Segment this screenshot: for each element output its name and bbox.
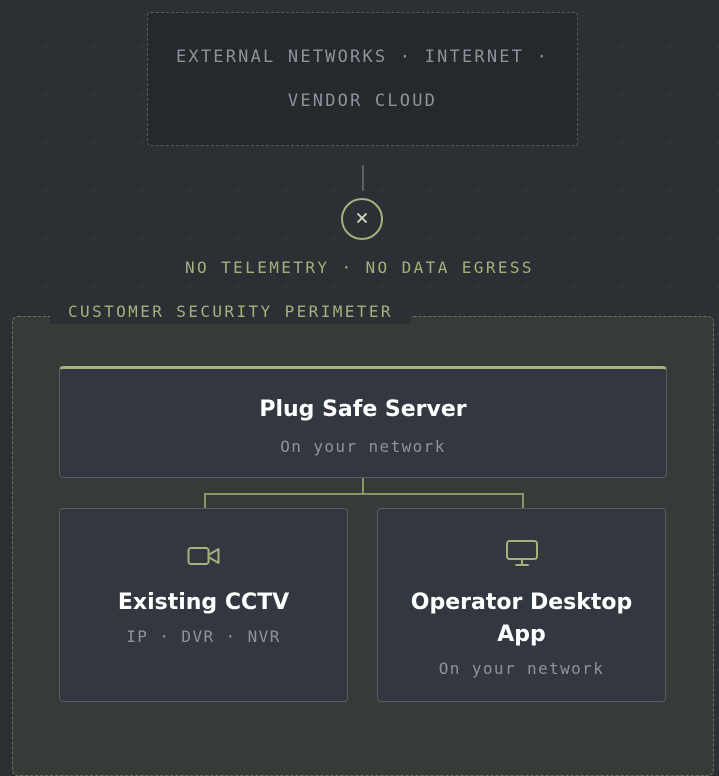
monitor-icon [505, 539, 539, 571]
cctv-title: Existing CCTV [117, 590, 290, 615]
server-title: Plug Safe Server [259, 397, 467, 422]
operator-desktop-title: Operator Desktop App [410, 590, 633, 647]
server-subtitle: On your network [280, 437, 446, 456]
server-trunk-line [362, 478, 364, 494]
server-node: Plug Safe Server On your network [59, 366, 667, 478]
branch-horizontal-line [204, 493, 524, 495]
branch-left-line [204, 493, 206, 509]
external-connector-line [362, 165, 364, 191]
blocked-connection-badge [341, 198, 383, 240]
cctv-subtitle: IP · DVR · NVR [126, 627, 281, 646]
x-icon [355, 210, 369, 229]
operator-desktop-subtitle: On your network [438, 659, 605, 678]
perimeter-label: CUSTOMER SECURITY PERIMETER [50, 300, 411, 324]
branch-right-line [522, 493, 524, 509]
no-egress-label: NO TELEMETRY · NO DATA EGRESS [185, 258, 534, 277]
operator-desktop-card: Operator Desktop App On your network [377, 508, 666, 702]
external-networks-label: EXTERNAL NETWORKS · INTERNET · VENDOR CL… [175, 47, 550, 111]
video-camera-icon [187, 545, 221, 571]
external-networks-box: EXTERNAL NETWORKS · INTERNET · VENDOR CL… [147, 12, 578, 146]
cctv-card: Existing CCTV IP · DVR · NVR [59, 508, 348, 702]
